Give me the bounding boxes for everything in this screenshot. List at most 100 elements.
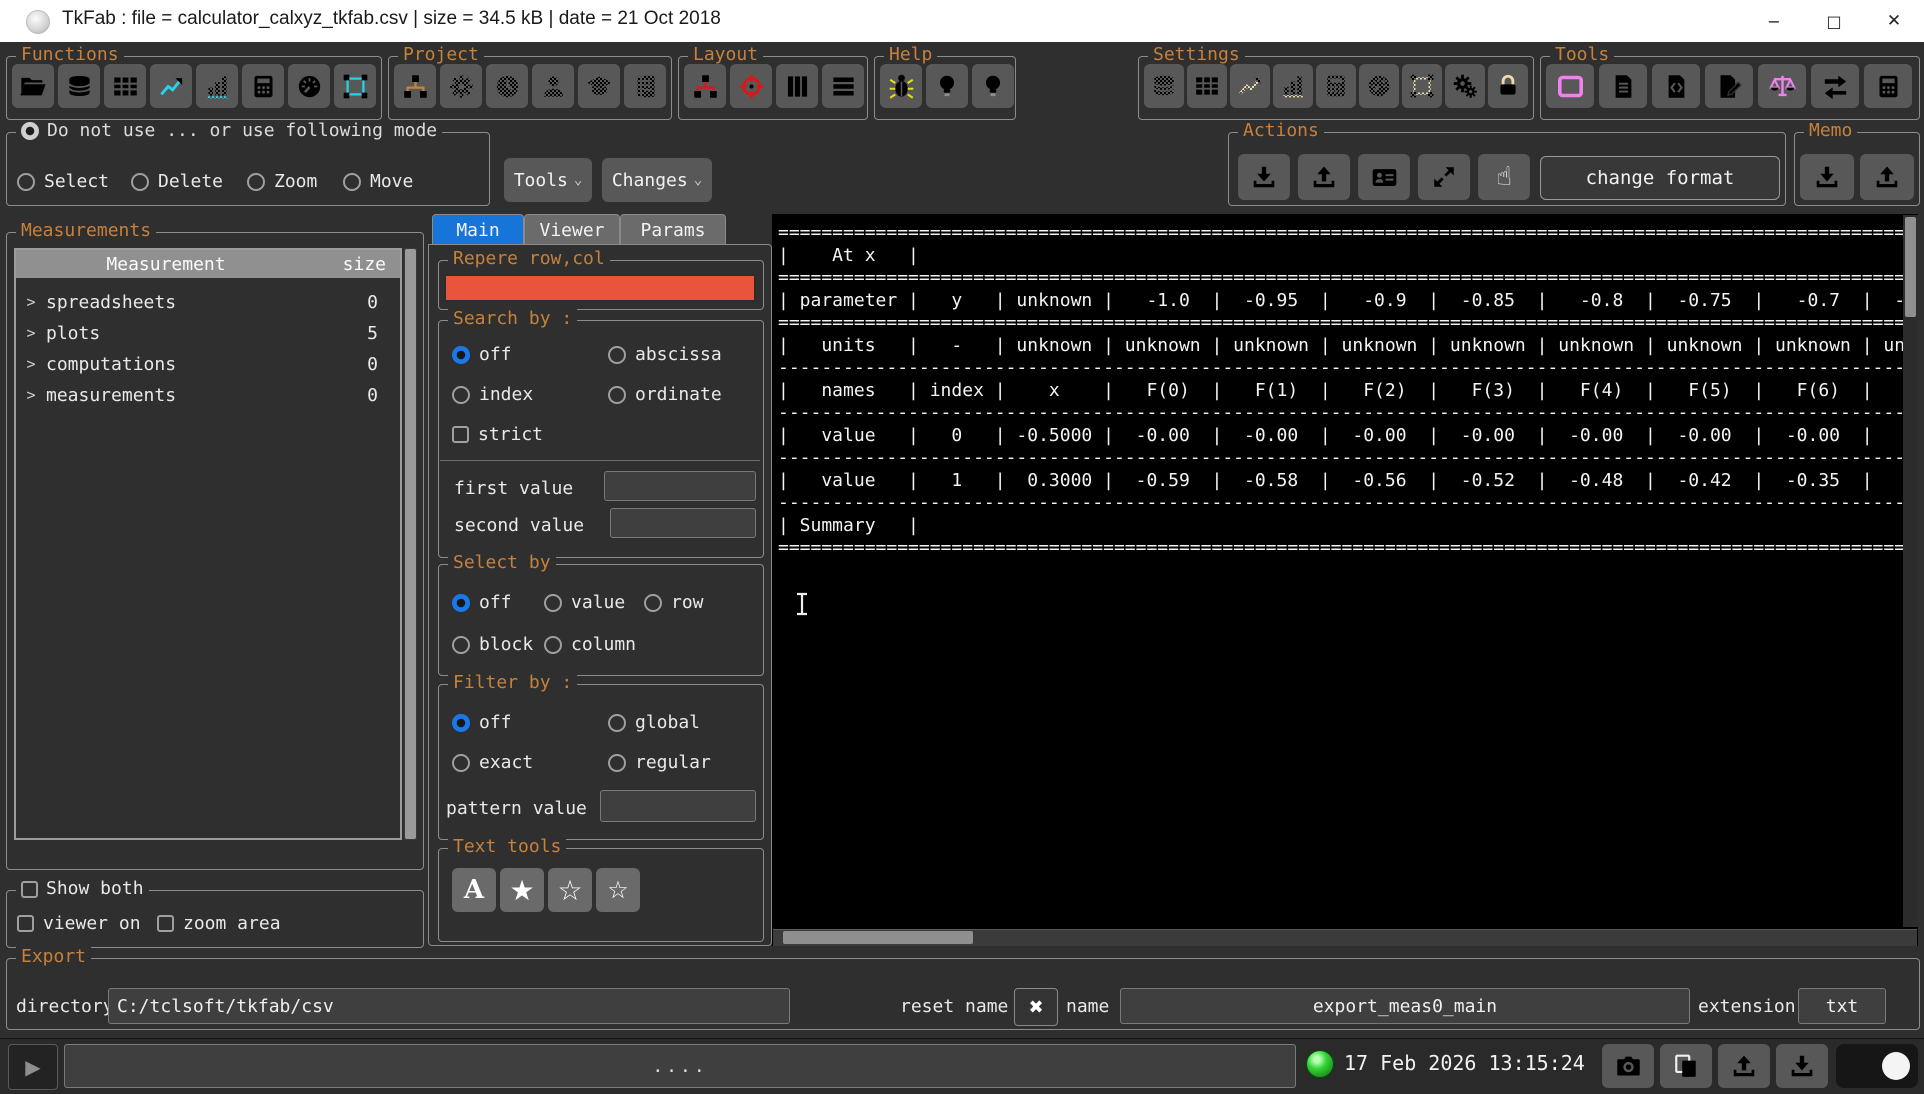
expander-icon[interactable]: > [16,324,46,342]
open-file-button[interactable] [12,64,54,108]
search-radio-index[interactable]: index [452,384,533,405]
action-hand-button[interactable]: ☝ [1478,154,1530,200]
maximize-button[interactable]: □ [1804,0,1864,42]
database-button[interactable] [58,64,100,108]
mode-radio-select[interactable]: Select [17,171,109,192]
viewer-on-checkbox[interactable]: viewer on [17,913,141,934]
font-button[interactable]: A [452,868,496,912]
project-education-button[interactable] [578,64,620,108]
tools-menubutton[interactable]: Tools⌄ [504,158,592,202]
theme-toggle[interactable] [1836,1044,1918,1088]
mode-frame-label[interactable]: Do not use ... or use following mode [16,120,442,142]
filter-radio-exact[interactable]: exact [452,752,533,773]
expander-icon[interactable]: > [16,293,46,311]
gauge-button[interactable] [288,64,330,108]
close-button[interactable]: ✕ [1864,0,1924,42]
tree-scrollbar[interactable] [404,248,417,840]
settings-calculator-button[interactable] [1316,64,1356,108]
line-chart-button[interactable] [150,64,192,108]
changes-menubutton[interactable]: Changes⌄ [602,158,712,202]
settings-database-button[interactable] [1144,64,1184,108]
action-expand-button[interactable] [1418,154,1470,200]
tools-window-button[interactable] [1546,64,1594,108]
calculator-button[interactable] [242,64,284,108]
screenshot-button[interactable] [1602,1044,1654,1088]
tree-row-plots[interactable]: > plots 5 [16,319,400,347]
settings-line-chart-button[interactable] [1230,64,1270,108]
select-radio-value[interactable]: value [544,592,625,613]
tools-compare-button[interactable] [1758,64,1806,108]
filter-radio-global[interactable]: global [608,712,700,733]
star-outline-button-2[interactable]: ☆ [596,868,640,912]
settings-gauge-button[interactable] [1359,64,1399,108]
zoom-area-checkbox[interactable]: zoom area [157,913,281,934]
tools-swap-button[interactable] [1811,64,1859,108]
repere-input[interactable] [444,274,756,302]
filter-radio-off[interactable]: off [452,712,512,733]
project-notebook-button[interactable] [624,64,666,108]
memo-save-button[interactable] [1800,154,1854,200]
copy-button[interactable] [1660,1044,1712,1088]
tab-main[interactable]: Main [432,214,524,245]
spreadsheet-button[interactable] [104,64,146,108]
search-radio-off[interactable]: off [452,344,512,365]
layout-columns-button[interactable] [776,64,818,108]
select-radio-off[interactable]: off [452,592,512,613]
memo-load-button[interactable] [1860,154,1914,200]
status-upload-button[interactable] [1718,1044,1770,1088]
layout-tree-button[interactable] [684,64,726,108]
tools-script-button[interactable] [1652,64,1700,108]
transform-button[interactable] [334,64,376,108]
tree-row-spreadsheets[interactable]: > spreadsheets 0 [16,288,400,316]
debug-bug-button[interactable] [880,64,922,108]
star-filled-button[interactable]: ★ [500,868,544,912]
project-gear-button[interactable] [440,64,482,108]
project-user-button[interactable] [532,64,574,108]
mode-radio-delete[interactable]: Delete [131,171,223,192]
tab-params[interactable]: Params [620,214,726,245]
search-radio-ordinate[interactable]: ordinate [608,384,722,405]
bar-chart-button[interactable] [196,64,238,108]
tree-row-computations[interactable]: > computations 0 [16,350,400,378]
layout-target-button[interactable] [730,64,772,108]
expander-icon[interactable]: > [16,355,46,373]
layout-rows-button[interactable] [822,64,864,108]
directory-input[interactable] [108,988,790,1024]
status-message-field[interactable]: .... [64,1044,1296,1088]
star-outline-button-1[interactable]: ☆ [548,868,592,912]
hint-bulb-button-2[interactable] [972,64,1014,108]
tools-document-button[interactable] [1599,64,1647,108]
action-card-button[interactable] [1358,154,1410,200]
tree-header-size[interactable]: size [316,254,400,275]
tools-calculator-button[interactable] [1864,64,1912,108]
terminal-hscrollbar[interactable] [773,929,1917,946]
first-value-input[interactable] [604,471,756,501]
terminal-vscrollbar[interactable] [1903,215,1918,927]
export-name-input[interactable] [1120,988,1690,1024]
status-download-button[interactable] [1776,1044,1828,1088]
show-both-checkbox[interactable]: Show both [16,878,149,900]
action-export-button[interactable] [1298,154,1350,200]
mode-radio-zoom[interactable]: Zoom [247,171,317,192]
tree-header-measurement[interactable]: Measurement [16,254,316,275]
search-radio-abscissa[interactable]: abscissa [608,344,722,365]
project-clock-button[interactable] [486,64,528,108]
second-value-input[interactable] [610,508,756,538]
mode-radio-move[interactable]: Move [343,171,413,192]
tools-edit-button[interactable] [1705,64,1753,108]
mode-off-radio[interactable] [21,122,39,140]
select-radio-block[interactable]: block [452,634,533,655]
strict-checkbox[interactable]: strict [452,424,543,445]
pattern-value-input[interactable] [600,790,756,822]
terminal-vscrollbar-thumb[interactable] [1905,217,1916,317]
settings-lock-button[interactable] [1488,64,1528,108]
select-radio-row[interactable]: row [644,592,704,613]
terminal-view[interactable]: ========================================… [772,214,1918,946]
action-import-button[interactable] [1238,154,1290,200]
tree-scrollbar-thumb[interactable] [405,249,416,839]
minimize-button[interactable]: − [1744,0,1804,42]
extension-input[interactable] [1798,988,1886,1024]
terminal-hscrollbar-thumb[interactable] [783,931,973,944]
change-format-button[interactable]: change format [1540,156,1780,200]
filter-radio-regular[interactable]: regular [608,752,711,773]
